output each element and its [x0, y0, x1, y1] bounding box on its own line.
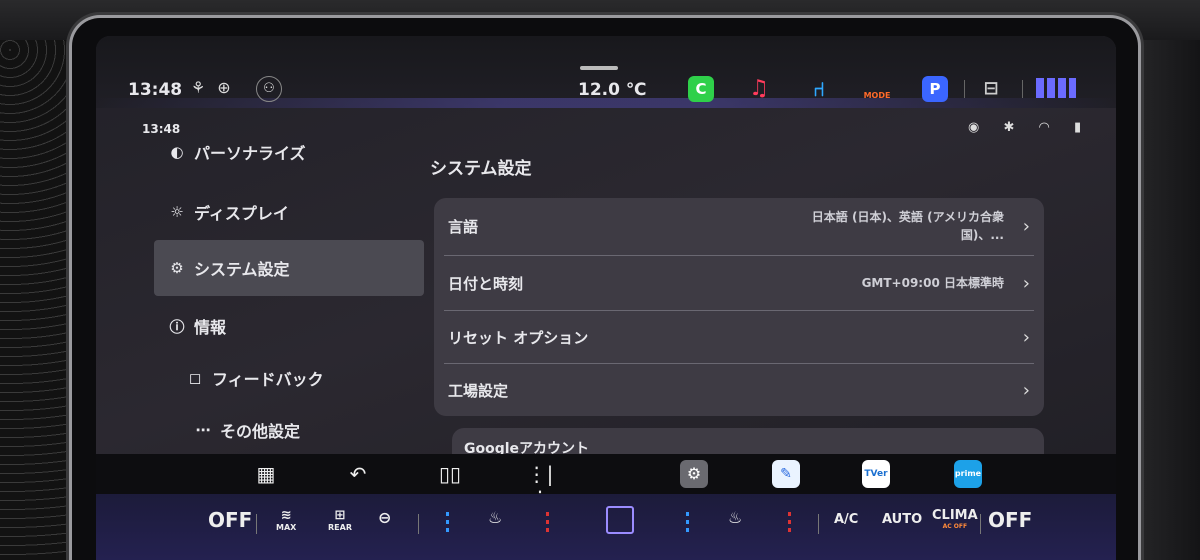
row-label: 言語: [448, 217, 479, 236]
page-title: システム設定: [430, 159, 532, 179]
air-recirculation-icon[interactable]: ⊖: [378, 508, 391, 527]
infotainment-screen: 13:48 ⚘ ⊕ ⚇ 12.0 ℃ C ♫ ⑁ MODE P ⊟ 13:48 …: [96, 36, 1116, 560]
sidebar-item-label: ディスプレイ: [194, 204, 289, 223]
status-time: 13:48: [128, 80, 183, 100]
music-icon[interactable]: ♫: [746, 76, 772, 102]
back-icon[interactable]: ↶: [344, 462, 372, 486]
sidebar-item-feedback[interactable]: ◻ フィードバック: [172, 350, 442, 406]
bottom-nav-bar: ▦ ↶ ▯▯ ⋮|⋮ ⚙ ✎ TVer prime: [96, 454, 1116, 510]
car-icon[interactable]: ⊟: [978, 76, 1004, 102]
left-climate-off-button[interactable]: OFF: [208, 508, 252, 532]
row-value: 日本語 (日本)、英語 (アメリカ合衆国)、...: [811, 210, 1004, 242]
tver-app-icon[interactable]: TVer: [862, 460, 890, 488]
carplay-icon[interactable]: C: [688, 76, 714, 102]
row-value: GMT+09:00 日本標準時: [861, 276, 1004, 290]
right-climate-off-button[interactable]: OFF: [988, 508, 1032, 532]
sidebar-item-other-settings[interactable]: ⋯ その他設定: [180, 402, 450, 458]
user-icon[interactable]: ⚇: [256, 76, 282, 102]
sidebar-item-label: 情報: [194, 318, 227, 337]
left-temp-level-indicator: [546, 512, 549, 532]
home-grid-icon[interactable]: ▦: [252, 462, 280, 486]
sidebar-item-label: パーソナライズ: [194, 144, 306, 163]
globe-icon[interactable]: ⊕: [214, 78, 234, 98]
info-icon: ⓘ: [169, 317, 185, 336]
sidebar-item-label: フィードバック: [212, 370, 324, 389]
left-seat-heater-icon[interactable]: ♨: [488, 508, 502, 527]
auto-button[interactable]: AUTO: [882, 512, 922, 527]
settings-card: 言語 日本語 (日本)、英語 (アメリカ合衆国)、... › 日付と時刻 GMT…: [434, 198, 1044, 416]
more-icon: ⋯: [195, 421, 211, 439]
top-status-bar: 13:48 ⚘ ⊕ ⚇ 12.0 ℃ C ♫ ⑁ MODE P ⊟: [96, 36, 1116, 108]
sidebar-item-info[interactable]: ⓘ 情報: [154, 298, 424, 354]
feedback-icon: ◻: [188, 369, 202, 387]
gear-icon: ⚙: [170, 259, 184, 277]
settings-row-reset-options[interactable]: リセット オプション ›: [434, 311, 1044, 363]
seat-icon[interactable]: ⑁: [806, 76, 832, 102]
climate-control-bar: OFF ≋ MAX ⊞ REAR ⊖ ♨ ♨ A/C AUTO CLIMA AC…: [96, 494, 1116, 560]
connectivity-icons: ◉ ✱ ◠ ▮: [968, 120, 1092, 135]
right-seat-heater-icon[interactable]: ♨: [728, 508, 742, 527]
outside-temperature: 12.0 ℃: [578, 80, 647, 100]
defrost-rear-button[interactable]: ⊞ REAR: [328, 508, 352, 532]
settings-app-icon[interactable]: ⚙: [680, 460, 708, 488]
sidebar-item-system-settings[interactable]: ⚙ システム設定: [154, 240, 424, 296]
settings-row-date-time[interactable]: 日付と時刻 GMT+09:00 日本標準時 ›: [434, 256, 1044, 310]
right-temp-level-indicator: [788, 512, 791, 532]
sidebar-item-personalize[interactable]: ◐ パーソナライズ: [154, 124, 424, 180]
row-label: 日付と時刻: [448, 274, 524, 293]
defrost-icon: ≋: [280, 508, 292, 523]
ac-button[interactable]: A/C: [834, 512, 858, 527]
chevron-right-icon: ›: [1022, 215, 1030, 237]
split-screen-icon[interactable]: ▯▯: [436, 462, 464, 486]
sidebar-item-display[interactable]: ☼ ディスプレイ: [154, 184, 424, 240]
gesture-icon[interactable]: ⚘: [188, 78, 208, 98]
brightness-icon: ☼: [170, 203, 184, 221]
chevron-right-icon: ›: [1022, 326, 1030, 348]
settings-row-factory-settings[interactable]: 工場設定 ›: [434, 364, 1044, 416]
defrost-max-button[interactable]: ≋ MAX: [276, 508, 296, 532]
prime-video-app-icon[interactable]: prime: [954, 460, 982, 488]
settings-row-language[interactable]: 言語 日本語 (日本)、英語 (アメリカ合衆国)、... ›: [434, 198, 1044, 254]
row-label: リセット オプション: [448, 328, 589, 347]
left-fan-level-indicator: [446, 512, 449, 532]
row-label: 工場設定: [448, 381, 509, 400]
right-fan-level-indicator: [686, 512, 689, 532]
sidebar-item-label: システム設定: [194, 260, 290, 279]
parking-icon[interactable]: P: [922, 76, 948, 102]
sidebar-item-label: その他設定: [220, 422, 301, 441]
voice-assistant-icon[interactable]: ⋮|⋮: [526, 462, 554, 510]
drive-mode-icon[interactable]: MODE: [860, 76, 894, 102]
chevron-right-icon: ›: [1022, 379, 1030, 401]
pull-down-handle[interactable]: [580, 66, 618, 70]
app-grid-icon[interactable]: [1036, 78, 1076, 98]
rear-defrost-icon: ⊞: [334, 508, 346, 523]
notes-app-icon[interactable]: ✎: [772, 460, 800, 488]
palette-icon: ◐: [170, 143, 184, 161]
clima-button[interactable]: CLIMA AC OFF: [932, 508, 978, 530]
chevron-right-icon: ›: [1022, 272, 1030, 294]
climate-menu-button[interactable]: [606, 506, 634, 534]
